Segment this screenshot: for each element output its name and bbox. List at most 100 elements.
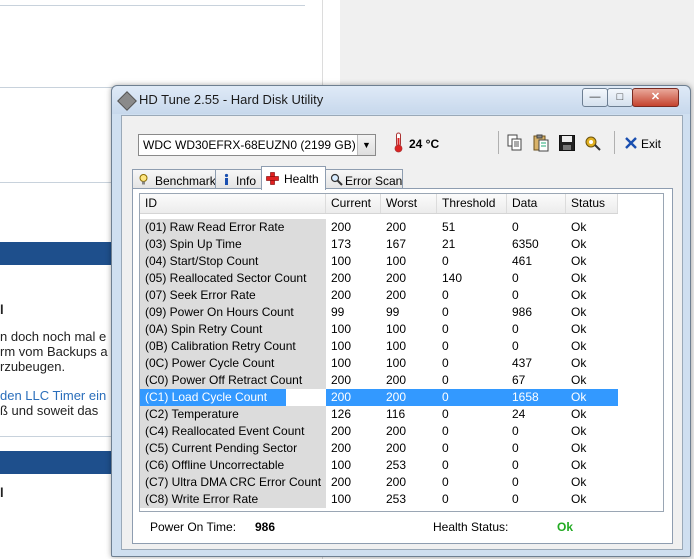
cell-current: 99 bbox=[331, 305, 345, 319]
cell-status: Ok bbox=[571, 237, 587, 251]
cell-threshold: 51 bbox=[442, 220, 456, 234]
hdtune-app-icon bbox=[117, 91, 137, 111]
table-row[interactable]: (C7) Ultra DMA CRC Error Count 200 200 0 0 Ok bbox=[140, 474, 663, 491]
paste-icon[interactable] bbox=[532, 134, 550, 152]
cell-threshold: 0 bbox=[442, 424, 449, 438]
cell-current: 100 bbox=[331, 322, 352, 336]
column-header-current[interactable]: Current bbox=[326, 194, 381, 213]
magnifier-icon bbox=[330, 173, 343, 186]
minimize-button[interactable]: — bbox=[582, 88, 608, 107]
cell-worst: 200 bbox=[386, 288, 407, 302]
cell-threshold: 0 bbox=[442, 356, 449, 370]
cell-worst: 200 bbox=[386, 220, 407, 234]
text-link[interactable]: den LLC Timer ein bbox=[0, 388, 106, 403]
cell-worst: 167 bbox=[386, 237, 407, 251]
paragraph-line: n doch noch mal e bbox=[0, 329, 107, 344]
cell-id: (C2) Temperature bbox=[140, 406, 326, 423]
cell-current: 200 bbox=[326, 389, 381, 406]
cell-worst: 116 bbox=[386, 407, 406, 421]
close-button[interactable]: ✕ bbox=[632, 88, 679, 107]
column-header-id[interactable]: ID bbox=[140, 194, 326, 213]
table-row[interactable]: (C5) Current Pending Sector 200 200 0 0 Ok bbox=[140, 440, 663, 457]
table-row[interactable]: (C6) Offline Uncorrectable 100 253 0 0 Ok bbox=[140, 457, 663, 474]
toolbar-separator bbox=[614, 131, 615, 154]
table-row[interactable]: (C8) Write Error Rate 100 253 0 0 Ok bbox=[140, 491, 663, 508]
cell-data: 0 bbox=[512, 220, 519, 234]
cell-worst: 200 bbox=[386, 373, 407, 387]
cell-data: 0 bbox=[512, 288, 519, 302]
table-row[interactable]: (C0) Power Off Retract Count 200 200 0 67 Ok bbox=[140, 372, 663, 389]
cell-status: Ok bbox=[571, 458, 587, 472]
cell-data: 0 bbox=[512, 458, 519, 472]
table-row[interactable]: (01) Raw Read Error Rate 200 200 51 0 Ok bbox=[140, 219, 663, 236]
column-header-worst[interactable]: Worst bbox=[381, 194, 437, 213]
cell-threshold: 21 bbox=[442, 237, 456, 251]
info-icon bbox=[224, 173, 229, 185]
chevron-down-icon[interactable]: ▼ bbox=[357, 135, 375, 155]
cell-id: (03) Spin Up Time bbox=[140, 236, 326, 253]
red-cross-icon bbox=[266, 172, 279, 185]
save-icon[interactable] bbox=[558, 134, 576, 152]
cell-status: Ok bbox=[571, 254, 587, 268]
cell-id: (C0) Power Off Retract Count bbox=[140, 372, 326, 389]
smart-attributes-table[interactable]: ID Current Worst Threshold Data Status (… bbox=[139, 193, 664, 512]
cell-threshold: 140 bbox=[442, 271, 463, 285]
cell-current: 126 bbox=[331, 407, 352, 421]
table-row[interactable]: (07) Seek Error Rate 200 200 0 0 Ok bbox=[140, 287, 663, 304]
cell-current: 173 bbox=[331, 237, 352, 251]
divider bbox=[0, 5, 305, 6]
tab-info[interactable]: Info bbox=[215, 169, 262, 189]
table-row[interactable]: (04) Start/Stop Count 100 100 0 461 Ok bbox=[140, 253, 663, 270]
cell-data: 0 bbox=[512, 322, 519, 336]
close-icon: ✕ bbox=[650, 91, 661, 103]
paragraph-line: rzubeugen. bbox=[0, 359, 66, 374]
cell-id: (C7) Ultra DMA CRC Error Count bbox=[140, 474, 326, 491]
table-header: ID Current Worst Threshold Data Status bbox=[140, 194, 618, 214]
options-icon[interactable] bbox=[584, 134, 602, 152]
table-row[interactable]: (0A) Spin Retry Count 100 100 0 0 Ok bbox=[140, 321, 663, 338]
drive-select-value: WDC WD30EFRX-68EUZN0 (2199 GB) bbox=[143, 138, 356, 152]
cell-worst: 100 bbox=[386, 339, 407, 353]
cell-status: Ok bbox=[571, 441, 587, 455]
cell-threshold: 0 bbox=[442, 288, 449, 302]
column-header-threshold[interactable]: Threshold bbox=[437, 194, 507, 213]
table-row[interactable]: (C2) Temperature 126 116 0 24 Ok bbox=[140, 406, 663, 423]
cell-id: (0B) Calibration Retry Count bbox=[140, 338, 326, 355]
cell-threshold: 0 bbox=[442, 322, 449, 336]
table-row[interactable]: (03) Spin Up Time 173 167 21 6350 Ok bbox=[140, 236, 663, 253]
cell-id: (09) Power On Hours Count bbox=[140, 304, 326, 321]
cell-worst: 253 bbox=[386, 458, 407, 472]
tab-benchmark[interactable]: Benchmark bbox=[132, 169, 216, 189]
column-header-status[interactable]: Status bbox=[566, 194, 618, 213]
cell-data: 461 bbox=[512, 254, 533, 268]
table-row[interactable]: (0C) Power Cycle Count 100 100 0 437 Ok bbox=[140, 355, 663, 372]
cell-data: 6350 bbox=[512, 237, 539, 251]
title-bar[interactable]: HD Tune 2.55 - Hard Disk Utility — □ ✕ bbox=[112, 86, 690, 114]
table-row[interactable]: (C1) Load Cycle Count 200 200 0 1658 Ok bbox=[140, 389, 663, 406]
table-row[interactable]: (09) Power On Hours Count 99 99 0 986 Ok bbox=[140, 304, 663, 321]
cell-id: (0C) Power Cycle Count bbox=[140, 355, 326, 372]
cell-status: Ok bbox=[571, 305, 587, 319]
cell-data: 0 bbox=[512, 424, 519, 438]
copy-icon[interactable] bbox=[506, 134, 524, 152]
maximize-button[interactable]: □ bbox=[607, 88, 633, 107]
exit-label: Exit bbox=[641, 137, 662, 151]
column-header-data[interactable]: Data bbox=[507, 194, 566, 213]
tab-health[interactable]: Health bbox=[261, 166, 326, 190]
window-title: HD Tune 2.55 - Hard Disk Utility bbox=[139, 92, 324, 107]
hdtune-window: HD Tune 2.55 - Hard Disk Utility — □ ✕ W… bbox=[111, 85, 691, 557]
table-row[interactable]: (0B) Calibration Retry Count 100 100 0 0 Ok bbox=[140, 338, 663, 355]
table-row[interactable]: (C4) Reallocated Event Count 200 200 0 0 Ok bbox=[140, 423, 663, 440]
health-status-value: Ok bbox=[557, 520, 574, 534]
tab-error-scan[interactable]: Error Scan bbox=[325, 169, 403, 189]
cell-current: 100 bbox=[331, 458, 352, 472]
cell-status: Ok bbox=[571, 356, 587, 370]
health-status-label: Health Status: bbox=[433, 520, 509, 534]
drive-select[interactable]: WDC WD30EFRX-68EUZN0 (2199 GB) ▼ bbox=[138, 134, 376, 156]
table-row[interactable]: (05) Reallocated Sector Count 200 200 140 0 O… bbox=[140, 270, 663, 287]
cell-current: 200 bbox=[331, 424, 352, 438]
cell-data: 986 bbox=[512, 305, 533, 319]
cell-worst: 100 bbox=[386, 322, 407, 336]
tab-label: Info bbox=[236, 174, 257, 188]
cell-status: Ok bbox=[571, 373, 587, 387]
